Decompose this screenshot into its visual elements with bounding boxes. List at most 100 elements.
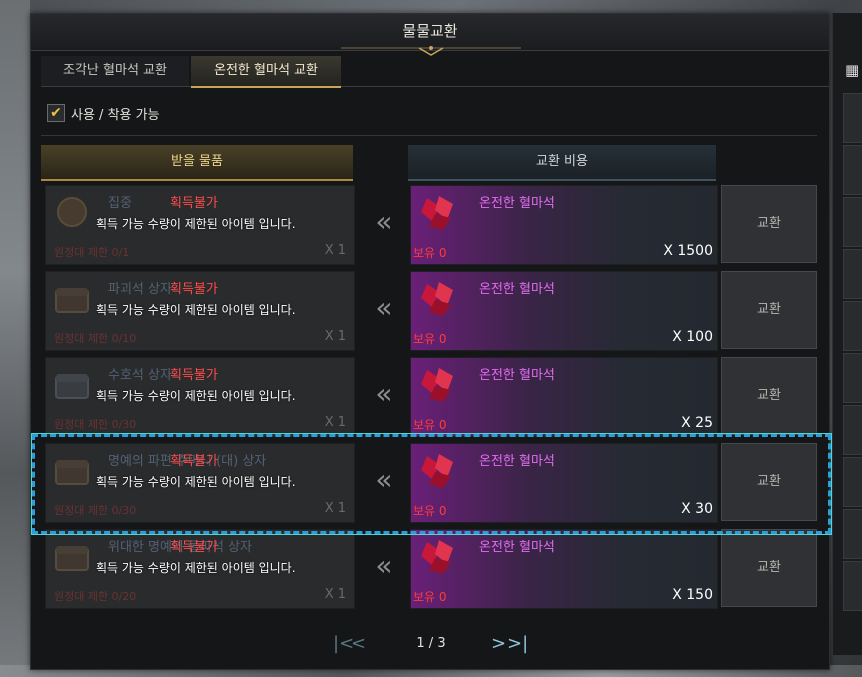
reward-column-header: 받을 물품 bbox=[41, 145, 353, 181]
owned-count: 보유 0 bbox=[413, 246, 447, 260]
unavailable-label: 획득불가 bbox=[170, 196, 218, 211]
blood-stone-icon bbox=[421, 454, 453, 488]
limit-message: 획득 가능 수량이 제한된 아이템 입니다. bbox=[96, 389, 296, 403]
background-left bbox=[0, 0, 30, 677]
reward-limit: 원정대 제한 0/1 bbox=[54, 246, 130, 259]
tab-complete-exchange[interactable]: 온전한 혈마석 교환 bbox=[191, 56, 341, 88]
limit-message: 획득 가능 수량이 제한된 아이템 입니다. bbox=[96, 561, 296, 575]
limit-message: 획득 가능 수량이 제한된 아이템 입니다. bbox=[96, 217, 296, 231]
reward-quantity: X 1 bbox=[324, 415, 346, 430]
usable-filter-label: 사용 / 착용 가능 bbox=[71, 108, 160, 123]
cost-quantity: X 30 bbox=[681, 501, 713, 517]
exchange-row: 파괴석 상자 원정대 제한 0/10 X 1 획득불가 획득 가능 수량이 제한… bbox=[41, 271, 817, 351]
inventory-slot[interactable] bbox=[843, 145, 862, 195]
pagination: |< < 1 / 3 > >| bbox=[331, 630, 531, 658]
title-bar[interactable]: 물물교환 bbox=[31, 14, 829, 56]
inventory-slot[interactable] bbox=[843, 405, 862, 455]
unavailable-label: 획득불가 bbox=[170, 540, 218, 555]
double-arrow-left-icon: « bbox=[375, 463, 392, 496]
cost-item-name: 온전한 혈마석 bbox=[479, 196, 555, 211]
owned-count: 보유 0 bbox=[413, 504, 447, 518]
cost-item-name: 온전한 혈마석 bbox=[479, 282, 555, 297]
side-inventory-panel: ▦ bbox=[832, 13, 862, 655]
tab-bar: 조각난 혈마석 교환 온전한 혈마석 교환 bbox=[41, 56, 829, 88]
owned-count: 보유 0 bbox=[413, 332, 447, 346]
blood-stone-icon bbox=[421, 540, 453, 574]
exchange-row: 집중 원정대 제한 0/1 X 1 획득불가 획득 가능 수량이 제한된 아이템… bbox=[41, 185, 817, 265]
chest-icon bbox=[55, 374, 89, 399]
barter-window: 물물교환 조각난 혈마석 교환 온전한 혈마석 교환 ✔ 사용 / 착용 가능 … bbox=[30, 13, 830, 670]
cost-column-header: 교환 비용 bbox=[408, 145, 716, 181]
checkbox-icon[interactable]: ✔ bbox=[47, 104, 65, 122]
inventory-slot[interactable] bbox=[843, 457, 862, 507]
owned-count: 보유 0 bbox=[413, 418, 447, 432]
reward-item-name: 집중 bbox=[108, 196, 132, 211]
reward-limit: 원정대 제한 0/20 bbox=[54, 590, 137, 603]
cost-slot[interactable]: 온전한 혈마석 보유 0 X 100 bbox=[410, 271, 718, 351]
inventory-slot[interactable] bbox=[843, 197, 862, 247]
chest-icon bbox=[55, 460, 89, 485]
cost-slot[interactable]: 온전한 혈마석 보유 0 X 150 bbox=[410, 529, 718, 609]
prev-page-icon[interactable]: < bbox=[351, 630, 366, 658]
divider bbox=[41, 135, 817, 136]
cost-quantity: X 150 bbox=[672, 587, 713, 603]
exchange-button[interactable]: 교환 bbox=[721, 443, 817, 521]
unavailable-label: 획득불가 bbox=[170, 368, 218, 383]
cost-quantity: X 100 bbox=[672, 329, 713, 345]
inventory-slot[interactable] bbox=[843, 249, 862, 299]
reward-limit: 원정대 제한 0/30 bbox=[54, 504, 137, 517]
reward-slot[interactable]: 집중 원정대 제한 0/1 X 1 획득불가 획득 가능 수량이 제한된 아이템… bbox=[45, 185, 355, 265]
cost-quantity: X 1500 bbox=[663, 243, 713, 259]
blood-stone-icon bbox=[421, 368, 453, 402]
reward-slot[interactable]: 수호석 상자 원정대 제한 0/30 X 1 획득불가 획득 가능 수량이 제한… bbox=[45, 357, 355, 437]
reward-quantity: X 1 bbox=[324, 329, 346, 344]
inventory-slot[interactable] bbox=[843, 93, 862, 143]
inventory-slot[interactable] bbox=[843, 561, 862, 611]
inventory-slot[interactable] bbox=[843, 301, 862, 351]
cost-slot[interactable]: 온전한 혈마석 보유 0 X 25 bbox=[410, 357, 718, 437]
reward-quantity: X 1 bbox=[324, 243, 346, 258]
owned-count: 보유 0 bbox=[413, 590, 447, 604]
last-page-icon[interactable]: >| bbox=[507, 630, 528, 658]
reward-item-icon bbox=[57, 197, 87, 227]
double-arrow-left-icon: « bbox=[375, 291, 392, 324]
cost-item-name: 온전한 혈마석 bbox=[479, 454, 555, 469]
reward-limit: 원정대 제한 0/10 bbox=[54, 332, 137, 345]
tab-fragment-exchange[interactable]: 조각난 혈마석 교환 bbox=[41, 56, 189, 86]
window-title: 물물교환 bbox=[402, 22, 458, 40]
double-arrow-left-icon: « bbox=[375, 549, 392, 582]
reward-quantity: X 1 bbox=[324, 501, 346, 516]
page-indicator: 1 / 3 bbox=[416, 636, 446, 651]
exchange-button[interactable]: 교환 bbox=[721, 271, 817, 349]
double-arrow-left-icon: « bbox=[375, 205, 392, 238]
exchange-row: 위대한 명예의 돌파석 상자 원정대 제한 0/20 X 1 획득불가 획득 가… bbox=[41, 529, 817, 609]
reward-item-name: 수호석 상자 bbox=[108, 368, 172, 383]
inventory-slot[interactable] bbox=[843, 353, 862, 403]
reward-item-name: 파괴석 상자 bbox=[108, 282, 172, 297]
exchange-row: 수호석 상자 원정대 제한 0/30 X 1 획득불가 획득 가능 수량이 제한… bbox=[41, 357, 817, 437]
limit-message: 획득 가능 수량이 제한된 아이템 입니다. bbox=[96, 475, 296, 489]
blood-stone-icon bbox=[421, 282, 453, 316]
cost-slot[interactable]: 온전한 혈마석 보유 0 X 30 bbox=[410, 443, 718, 523]
exchange-row: 명예의 파편 주머니 (대) 상자 원정대 제한 0/30 X 1 획득불가 획… bbox=[41, 443, 817, 523]
exchange-button[interactable]: 교환 bbox=[721, 185, 817, 263]
cost-slot[interactable]: 온전한 혈마석 보유 0 X 1500 bbox=[410, 185, 718, 265]
unavailable-label: 획득불가 bbox=[170, 282, 218, 297]
double-arrow-left-icon: « bbox=[375, 377, 392, 410]
cost-item-name: 온전한 혈마석 bbox=[479, 368, 555, 383]
reward-slot[interactable]: 파괴석 상자 원정대 제한 0/10 X 1 획득불가 획득 가능 수량이 제한… bbox=[45, 271, 355, 351]
limit-message: 획득 가능 수량이 제한된 아이템 입니다. bbox=[96, 303, 296, 317]
blood-stone-icon bbox=[421, 196, 453, 230]
chest-icon bbox=[55, 546, 89, 571]
inventory-slot[interactable] bbox=[843, 509, 862, 559]
reward-slot[interactable]: 위대한 명예의 돌파석 상자 원정대 제한 0/20 X 1 획득불가 획득 가… bbox=[45, 529, 355, 609]
reward-quantity: X 1 bbox=[324, 587, 346, 602]
reward-limit: 원정대 제한 0/30 bbox=[54, 418, 137, 431]
exchange-button[interactable]: 교환 bbox=[721, 357, 817, 435]
reward-slot[interactable]: 명예의 파편 주머니 (대) 상자 원정대 제한 0/30 X 1 획득불가 획… bbox=[45, 443, 355, 523]
unavailable-label: 획득불가 bbox=[170, 454, 218, 469]
exchange-button[interactable]: 교환 bbox=[721, 529, 817, 607]
grid-view-icon[interactable]: ▦ bbox=[845, 61, 862, 79]
title-ornament bbox=[341, 46, 521, 56]
next-page-icon[interactable]: > bbox=[491, 630, 506, 658]
